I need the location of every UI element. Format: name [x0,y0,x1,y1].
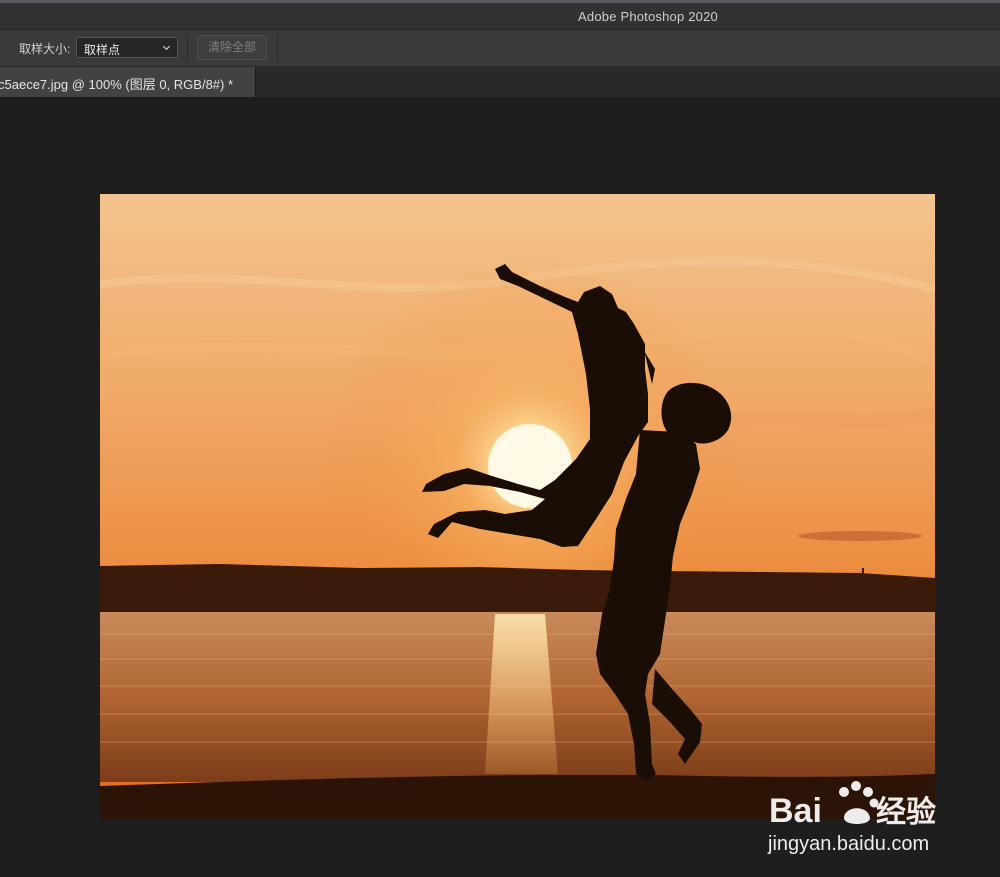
baidu-jingyan-watermark: Bai 经验 jingyan.baidu.com [767,781,936,855]
sample-size-select[interactable]: 取样点 [76,37,178,58]
document-tab-bar: c5aece7.jpg @ 100% (图层 0, RGB/8#) * [0,67,1000,97]
document-image [100,194,935,819]
title-bar: Adobe Photoshop 2020 [0,3,1000,30]
watermark-url: jingyan.baidu.com [767,833,929,855]
svg-text:Bai: Bai [769,792,822,830]
document-tab-label: c5aece7.jpg @ 100% (图层 0, RGB/8#) * [0,77,234,92]
toolbar-divider [187,34,188,62]
sample-size-value: 取样点 [84,43,121,57]
app-title: Adobe Photoshop 2020 [578,9,718,24]
sample-size-label: 取样大小: [19,42,71,56]
toolbar-divider [277,34,278,62]
document-tab[interactable]: c5aece7.jpg @ 100% (图层 0, RGB/8#) * [0,67,256,97]
svg-text:经验: 经验 [876,795,936,830]
chevron-down-icon [162,45,171,51]
clear-all-button[interactable]: 清除全部 [197,35,267,60]
options-bar: 取样大小: 取样点 清除全部 [0,30,1000,67]
